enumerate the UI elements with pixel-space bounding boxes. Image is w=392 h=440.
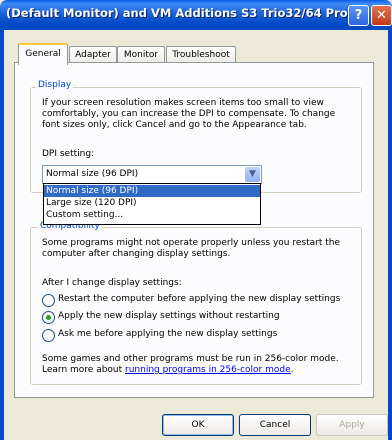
close-button[interactable]: ✕: [371, 5, 392, 26]
display-description-line-2: comfortably, you can increase the DPI to…: [42, 109, 336, 119]
window-title: (Default Monitor) and VM Additions S3 Tr…: [6, 6, 361, 20]
256-color-note-line-1: Some games and other programs must be ru…: [42, 354, 339, 364]
help-button[interactable]: ?: [348, 5, 369, 26]
ask-me-radio[interactable]: [42, 329, 55, 342]
ask-me-radio-label[interactable]: Ask me before applying the new display s…: [58, 329, 277, 340]
dpi-dropdown-list: Normal size (96 DPI) Large size (120 DPI…: [43, 183, 261, 225]
apply-without-restart-radio[interactable]: [42, 311, 55, 324]
dpi-selected-value: Normal size (96 DPI): [46, 169, 139, 179]
256-color-note-line-2: Learn more about running programs in 256…: [42, 365, 294, 376]
chevron-down-icon[interactable]: ▼: [245, 167, 260, 182]
window-frame-right: [388, 30, 392, 440]
dpi-option-large[interactable]: Large size (120 DPI): [44, 197, 260, 209]
compat-description-line-1: Some programs might not operate properly…: [42, 238, 340, 248]
dialog-window: (Default Monitor) and VM Additions S3 Tr…: [0, 0, 392, 440]
apply-button[interactable]: Apply: [316, 414, 388, 436]
dpi-setting-select[interactable]: Normal size (96 DPI) ▼: [42, 165, 262, 184]
dpi-setting-label: DPI setting:: [42, 149, 95, 159]
note-prefix: Learn more about: [42, 365, 126, 375]
compat-description-line-2: computer after changing display settings…: [42, 249, 231, 259]
tab-general[interactable]: General: [18, 43, 68, 65]
ok-button[interactable]: OK: [162, 414, 234, 436]
apply-without-restart-label[interactable]: Apply the new display settings without r…: [58, 311, 280, 322]
note-suffix: .: [290, 365, 294, 375]
window-frame-left: [0, 30, 4, 440]
256-color-link[interactable]: running programs in 256-color mode: [125, 365, 291, 375]
tab-monitor[interactable]: Monitor: [117, 46, 165, 63]
restart-radio[interactable]: [42, 294, 55, 307]
display-description-line-1: If your screen resolution makes screen i…: [42, 98, 324, 108]
cancel-button[interactable]: Cancel: [239, 414, 311, 436]
dpi-option-normal[interactable]: Normal size (96 DPI): [44, 185, 260, 197]
after-change-label: After I change display settings:: [42, 278, 182, 288]
title-bar[interactable]: (Default Monitor) and VM Additions S3 Tr…: [0, 0, 392, 30]
tab-troubleshoot[interactable]: Troubleshoot: [166, 46, 236, 63]
display-group-title: Display: [36, 80, 74, 90]
radio-selected-dot: [46, 315, 51, 320]
dpi-option-custom[interactable]: Custom setting...: [44, 209, 260, 221]
restart-radio-label[interactable]: Restart the computer before applying the…: [58, 294, 340, 305]
display-description-line-3: font sizes only, click Cancel and go to …: [42, 120, 307, 130]
tab-adapter[interactable]: Adapter: [69, 46, 117, 63]
